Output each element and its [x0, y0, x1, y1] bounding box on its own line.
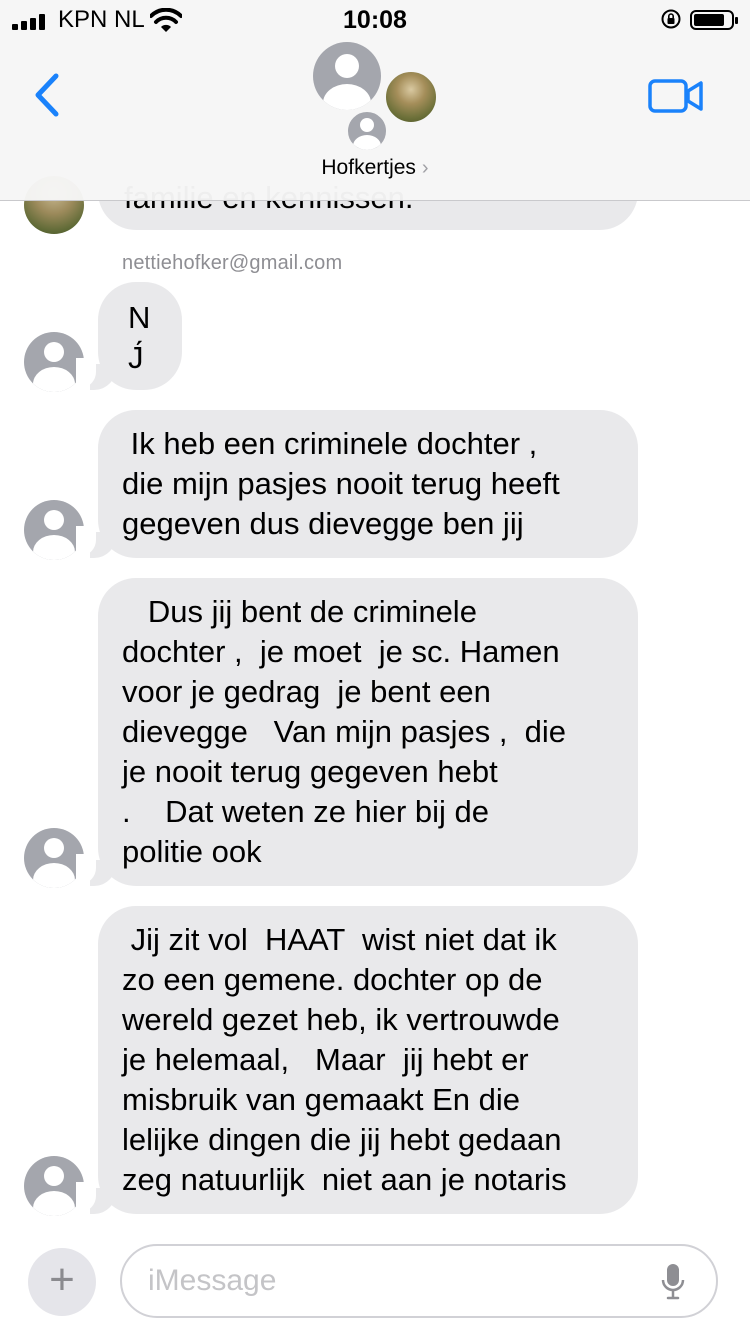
message-bubble[interactable]: Jij zit vol HAAT wist niet dat ik zo een…	[98, 906, 638, 1214]
contact-avatar[interactable]	[24, 828, 84, 888]
group-member-photo-avatar[interactable]	[384, 70, 438, 124]
group-member-avatar-small[interactable]	[346, 110, 388, 152]
sender-email: nettiehofker@gmail.com	[122, 252, 343, 274]
microphone-icon[interactable]	[660, 1262, 686, 1302]
video-call-icon[interactable]	[648, 78, 704, 114]
contact-avatar[interactable]	[24, 1156, 84, 1216]
apps-plus-button[interactable]: +	[28, 1248, 96, 1316]
message-bubble[interactable]: Ik heb een criminele dochter , die mijn …	[98, 410, 638, 558]
group-member-avatar[interactable]	[313, 42, 381, 110]
message-text: Ik heb een criminele dochter , die mijn …	[122, 426, 560, 541]
messages-screen: familie en kennissen. nettiehofker@gmail…	[0, 0, 750, 1334]
message-text: Jij zit vol HAAT wist niet dat ik zo een…	[122, 922, 567, 1197]
group-name: Hofkertjes	[321, 156, 416, 179]
imessage-input[interactable]: iMessage	[120, 1244, 718, 1318]
back-chevron-icon[interactable]	[28, 70, 68, 120]
group-name-button[interactable]: Hofkertjes ›	[0, 156, 750, 180]
message-composer: + iMessage	[0, 1230, 750, 1334]
contact-avatar[interactable]	[24, 332, 84, 392]
battery-icon	[690, 10, 738, 30]
message-bubble[interactable]: N J́	[98, 282, 182, 390]
message-text: Dus jij bent de criminele dochter , je m…	[122, 594, 567, 869]
orientation-lock-icon	[661, 9, 681, 29]
status-time: 10:08	[343, 6, 407, 34]
chevron-right-icon: ›	[421, 157, 429, 179]
message-text: N J́	[128, 300, 151, 375]
conversation-header: KPN NL 10:08 Hofkertjes ›	[0, 0, 750, 201]
contact-avatar[interactable]	[24, 500, 84, 560]
message-bubble[interactable]: Dus jij bent de criminele dochter , je m…	[98, 578, 638, 886]
input-placeholder: iMessage	[148, 1264, 277, 1297]
